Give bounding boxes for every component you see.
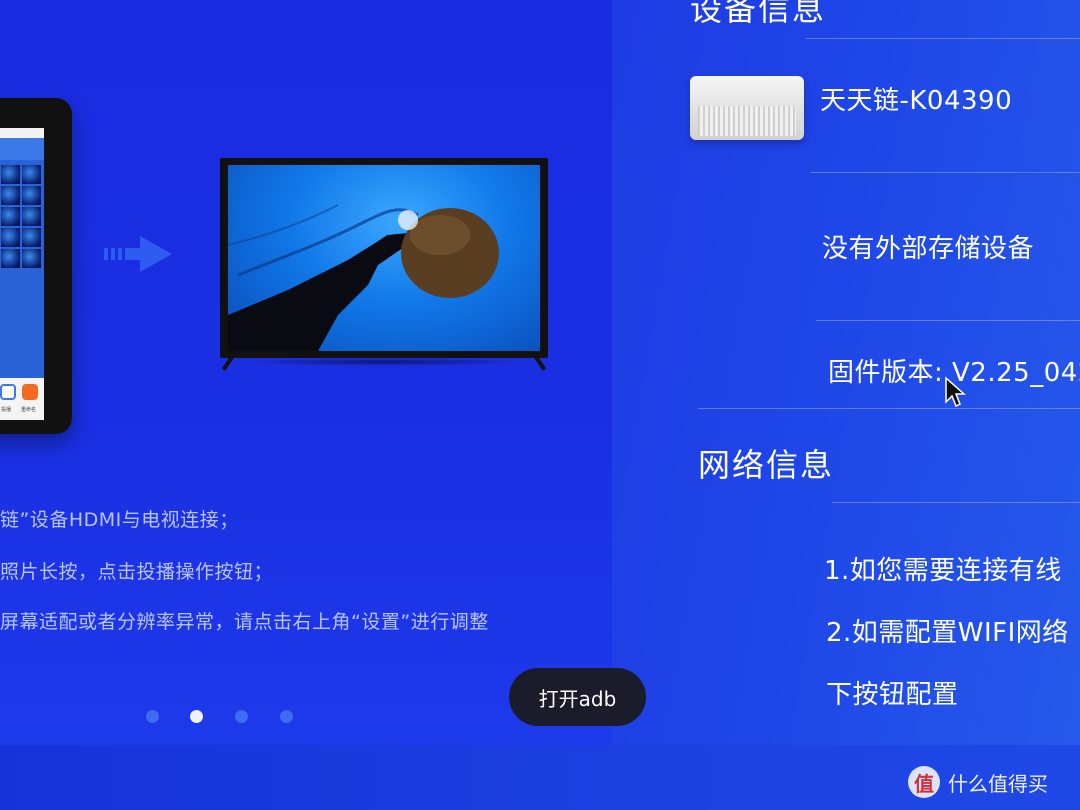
network-info-line-1: 1.如您需要连接有线 — [824, 556, 1062, 586]
photo-thumbnail — [22, 186, 41, 205]
instruction-step-3: 屏幕适配或者分辨率异常，请点击右上角“设置”进行调整 — [0, 611, 489, 633]
phone-screen: 投播 重命名 — [0, 128, 44, 420]
watermark: 值 什么值得买 — [908, 764, 1048, 800]
divider — [810, 172, 1080, 173]
divider — [698, 408, 1080, 409]
photo-thumbnail — [22, 228, 41, 247]
device-vents — [698, 106, 796, 136]
photo-thumbnail — [1, 249, 20, 268]
phone-toolbar: 投播 重命名 — [0, 378, 44, 420]
carousel-dot[interactable] — [146, 710, 159, 723]
device-name: 天天链-K04390 — [820, 86, 1013, 116]
phone-illustration: 投播 重命名 — [0, 98, 72, 434]
watermark-logo-icon: 值 — [908, 766, 940, 798]
photo-grid — [0, 164, 42, 269]
photo-thumbnail — [1, 186, 20, 205]
network-info-title: 网络信息 — [698, 446, 835, 484]
tv-screen — [228, 165, 540, 351]
watermark-text: 什么值得买 — [948, 771, 1048, 796]
open-adb-button[interactable]: 打开adb — [509, 668, 646, 726]
jellyfish-image — [228, 204, 499, 351]
photo-thumbnail — [1, 207, 20, 226]
photo-thumbnail — [1, 228, 20, 247]
divider — [816, 320, 1080, 321]
photo-thumbnail — [22, 165, 41, 184]
photo-thumbnail — [22, 207, 41, 226]
device-info-title: 设备信息 — [690, 0, 827, 28]
instruction-step-1: 链”设备HDMI与电视连接； — [0, 509, 239, 531]
cast-label: 投播 — [1, 407, 12, 413]
divider — [806, 38, 1080, 39]
carousel-dot-active[interactable] — [190, 710, 203, 723]
network-info-line-2: 2.如需配置WIFI网络 — [826, 618, 1069, 648]
carousel-dot[interactable] — [235, 710, 248, 723]
mouse-cursor-icon — [945, 376, 966, 408]
tv-frame — [220, 158, 548, 358]
photo-thumbnail — [1, 165, 20, 184]
photo-thumbnail — [22, 249, 41, 268]
cast-icon — [0, 384, 16, 400]
instruction-step-2: 照片长按，点击投播操作按钮； — [0, 561, 274, 583]
divider — [832, 502, 1080, 503]
rename-icon — [22, 384, 38, 400]
network-info-line-3: 下按钮配置 — [826, 680, 959, 710]
rename-label: 重命名 — [21, 407, 37, 413]
storage-status: 没有外部存储设备 — [822, 234, 1035, 264]
phone-app-bar — [0, 138, 44, 160]
tutorial-panel: 投播 重命名 链”设备HDMI与电视连接； 照片长按，点击投播操作按钮； 屏幕适… — [0, 0, 646, 745]
arrow-right-icon — [104, 236, 172, 272]
device-image — [690, 76, 804, 140]
tv-illustration — [220, 158, 548, 371]
tv-shadow — [240, 358, 528, 366]
carousel-dot[interactable] — [280, 710, 293, 723]
phone-status-bar — [0, 128, 44, 138]
